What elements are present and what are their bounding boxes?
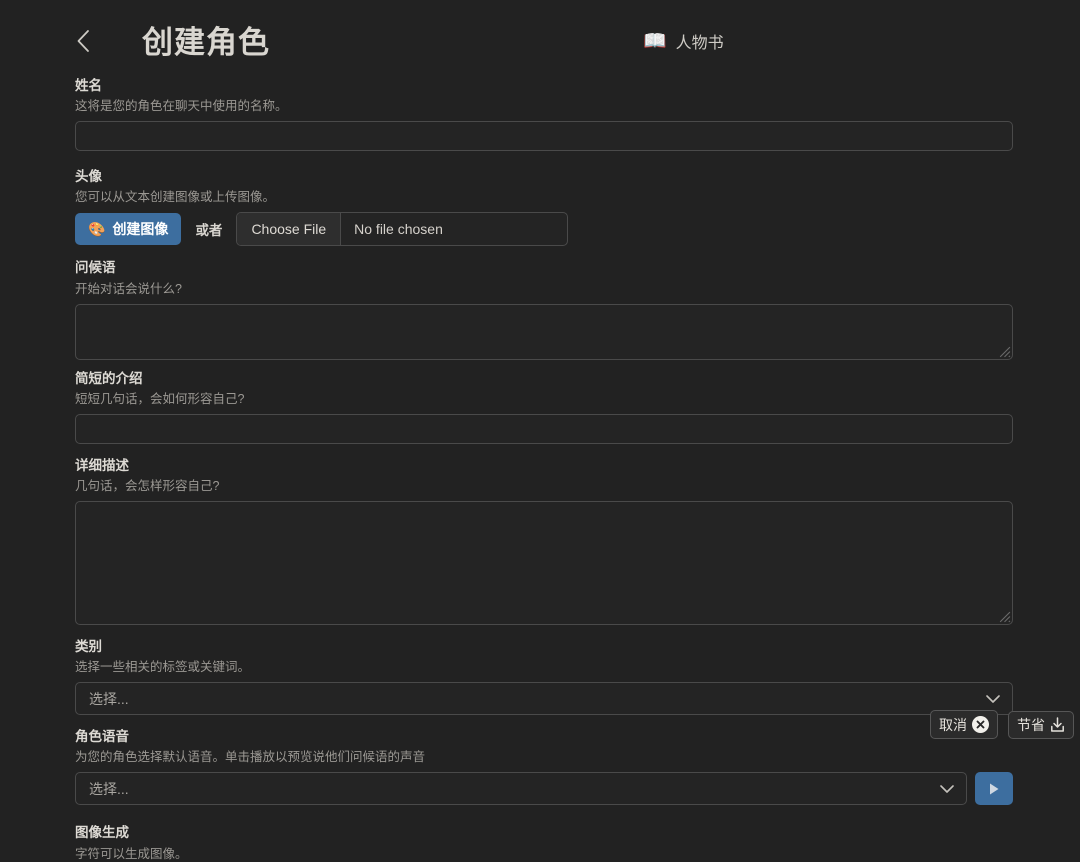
detail-description-label: 详细描述: [75, 457, 129, 473]
voice-play-button[interactable]: [975, 772, 1013, 806]
cancel-label: 取消: [939, 716, 967, 733]
image-generation-hint: 字符可以生成图像。: [75, 846, 188, 861]
field-voice: 角色语音 为您的角色选择默认语音。单击播放以预览说他们问候语的声音 选择...: [75, 729, 1013, 806]
greeting-hint: 开始对话会说什么?: [75, 281, 182, 296]
character-book-link[interactable]: 📖 人物书: [643, 29, 724, 53]
open-book-icon: 📖: [643, 30, 667, 52]
floating-action-bar: 取消 节省: [930, 710, 1074, 739]
name-input[interactable]: [75, 121, 1013, 152]
category-hint: 选择一些相关的标签或关键词。: [75, 660, 251, 675]
palette-icon: 🎨: [88, 221, 106, 238]
name-label: 姓名: [75, 78, 102, 93]
or-separator-label: 或者: [195, 223, 223, 239]
save-button[interactable]: 节省: [1008, 710, 1074, 739]
create-image-button[interactable]: 🎨 创建图像: [75, 213, 182, 246]
create-image-label: 创建图像: [112, 221, 169, 238]
avatar-label: 头像: [75, 169, 102, 185]
download-icon: [1050, 716, 1065, 733]
image-generation-label: 图像生成: [75, 825, 129, 841]
field-greeting: 问候语 开始对话会说什么?: [75, 260, 1013, 360]
category-select[interactable]: 选择...: [75, 682, 1013, 716]
file-status-label: No file chosen: [354, 221, 443, 238]
voice-select-wrap: 选择...: [75, 772, 967, 806]
play-icon: [990, 783, 999, 795]
name-hint: 这将是您的角色在聊天中使用的名称。: [75, 99, 288, 114]
field-image-generation: 图像生成 字符可以生成图像。: [75, 825, 1013, 861]
field-name: 姓名 这将是您的角色在聊天中使用的名称。: [75, 78, 1013, 152]
short-intro-hint: 短短几句话，会如何形容自己?: [75, 391, 245, 406]
choose-file-button[interactable]: Choose File: [237, 213, 342, 246]
category-select-wrap: 选择...: [75, 682, 1013, 716]
voice-select[interactable]: 选择...: [75, 772, 967, 806]
voice-controls: 选择...: [75, 772, 1013, 806]
cancel-button[interactable]: 取消: [930, 710, 998, 739]
create-character-form: 姓名 这将是您的角色在聊天中使用的名称。 头像 您可以从文本创建图像或上传图像。…: [0, 78, 1080, 862]
short-intro-label: 简短的介绍: [75, 370, 143, 386]
greeting-label: 问候语: [75, 260, 116, 276]
field-short-intro: 简短的介绍 短短几句话，会如何形容自己?: [75, 371, 1013, 444]
page-header: 创建角色 📖 人物书: [0, 0, 1080, 78]
back-button[interactable]: [70, 24, 96, 58]
avatar-file-input[interactable]: Choose File No file chosen: [236, 212, 569, 247]
field-avatar: 头像 您可以从文本创建图像或上传图像。 🎨 创建图像 或者 Choose Fil…: [75, 169, 1013, 247]
short-intro-input[interactable]: [75, 413, 1013, 444]
greeting-textarea[interactable]: [75, 303, 1013, 360]
category-label: 类别: [75, 638, 102, 654]
detail-description-hint: 几句话，会怎样形容自己?: [75, 478, 220, 493]
page-title: 创建角色: [142, 24, 270, 60]
avatar-hint: 您可以从文本创建图像或上传图像。: [75, 190, 276, 205]
field-category: 类别 选择一些相关的标签或关键词。 选择...: [75, 638, 1013, 716]
avatar-controls: 🎨 创建图像 或者 Choose File No file chosen: [75, 212, 1013, 247]
voice-label: 角色语音: [75, 729, 129, 745]
field-detail-description: 详细描述 几句话，会怎样形容自己?: [75, 458, 1013, 625]
voice-hint: 为您的角色选择默认语音。单击播放以预览说他们问候语的声音: [75, 750, 426, 765]
close-circle-icon: [972, 716, 989, 733]
detail-description-textarea[interactable]: [75, 500, 1013, 625]
save-label: 节省: [1017, 716, 1045, 733]
chevron-left-icon: [77, 30, 89, 52]
character-book-label: 人物书: [675, 35, 724, 52]
